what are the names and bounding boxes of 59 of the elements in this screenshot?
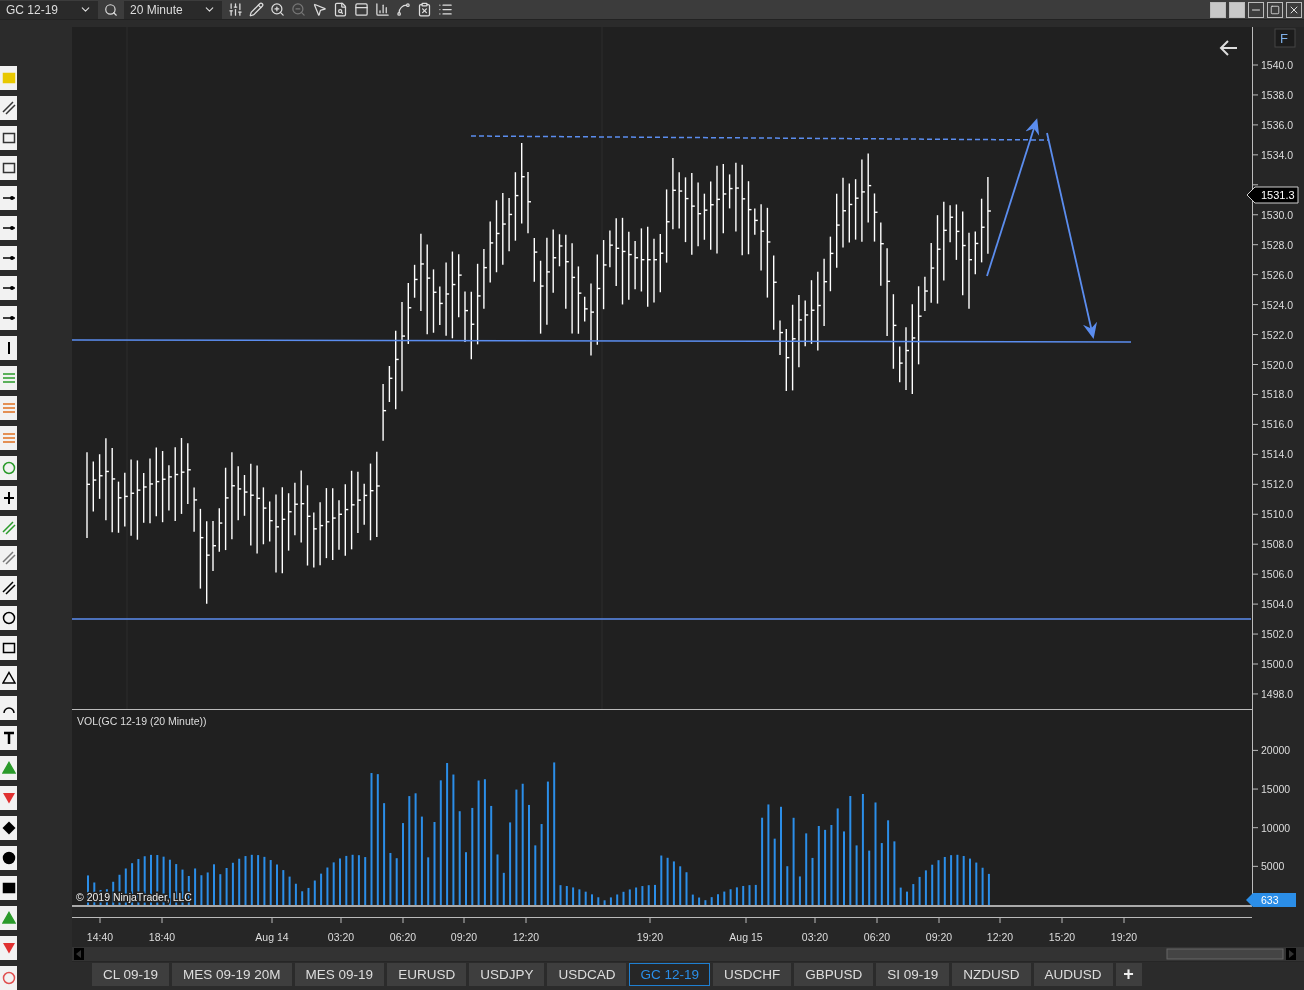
price-label: 1506.0: [1261, 568, 1294, 581]
price-label: 1498.0: [1261, 687, 1294, 700]
time-label: 14:40: [86, 931, 114, 943]
price-label: 1522.0: [1261, 328, 1294, 341]
price-label: 1516.0: [1261, 418, 1294, 431]
time-label: 19:20: [1110, 931, 1138, 943]
time-label: 06:20: [863, 931, 891, 943]
volume-label: 15000: [1261, 783, 1291, 796]
instrument-tab[interactable]: USDCAD: [547, 963, 627, 986]
instrument-tab[interactable]: USDCHF: [712, 963, 792, 986]
time-label: 19:20: [636, 931, 664, 943]
last-price-label: 1531.3: [1261, 189, 1295, 201]
instrument-dropdown[interactable]: GC 12-19: [0, 0, 98, 19]
price-label: 1508.0: [1261, 538, 1294, 551]
time-label: Aug 14: [255, 931, 289, 943]
instrument-tab[interactable]: GBPUSD: [794, 963, 874, 986]
instrument-tab[interactable]: SI 09-19: [876, 963, 950, 986]
price-label: 1528.0: [1261, 238, 1294, 251]
price-label: 1504.0: [1261, 598, 1294, 611]
price-label: 1536.0: [1261, 118, 1294, 131]
volume-label: 10000: [1261, 821, 1291, 834]
instrument-tab[interactable]: AUDUSD: [1033, 963, 1113, 986]
time-label: 03:20: [327, 931, 355, 943]
price-label: 1534.0: [1261, 148, 1294, 161]
time-label: 06:20: [389, 931, 417, 943]
price-label: 1524.0: [1261, 298, 1294, 311]
price-label: 1520.0: [1261, 358, 1294, 371]
price-label: 1526.0: [1261, 268, 1294, 281]
instrument-tab[interactable]: EURUSD: [387, 963, 467, 986]
interval-dropdown[interactable]: 20 Minute: [124, 0, 222, 19]
price-label: 1512.0: [1261, 478, 1294, 491]
price-label: 1500.0: [1261, 658, 1294, 670]
indicator-label: VOL(GC 12-19 (20 Minute)): [77, 715, 207, 727]
time-label: 09:20: [925, 931, 953, 943]
price-label: 1510.0: [1261, 508, 1294, 521]
time-label: 03:20: [801, 931, 829, 943]
instrument-tab[interactable]: GC 12-19: [629, 963, 710, 986]
price-label: 1530.0: [1261, 208, 1294, 221]
price-label: 1538.0: [1261, 88, 1294, 101]
price-label: 1518.0: [1261, 388, 1294, 401]
time-label: 09:20: [450, 931, 478, 943]
instrument-tab[interactable]: USDJPY: [469, 963, 545, 986]
price-label: 1540.0: [1261, 59, 1294, 71]
instrument-tab[interactable]: MES 09-19 20M: [172, 963, 292, 986]
price-label: 1514.0: [1261, 448, 1294, 461]
instrument-tab[interactable]: CL 09-19: [92, 963, 170, 986]
time-label: 12:20: [512, 931, 540, 943]
instrument-tab[interactable]: MES 09-19: [294, 963, 385, 986]
volume-label: 20000: [1261, 744, 1291, 757]
instrument-tab[interactable]: NZDUSD: [952, 963, 1031, 986]
format-button[interactable]: F: [1274, 28, 1296, 48]
last-volume-label: 633: [1261, 894, 1279, 906]
time-label: 12:20: [986, 931, 1014, 943]
time-label: 15:20: [1048, 931, 1076, 943]
time-label: Aug 15: [729, 931, 763, 943]
volume-label: 5000: [1261, 860, 1285, 873]
time-label: 18:40: [148, 931, 176, 943]
add-tab-button[interactable]: +: [1115, 963, 1142, 986]
price-label: 1502.0: [1261, 628, 1294, 641]
